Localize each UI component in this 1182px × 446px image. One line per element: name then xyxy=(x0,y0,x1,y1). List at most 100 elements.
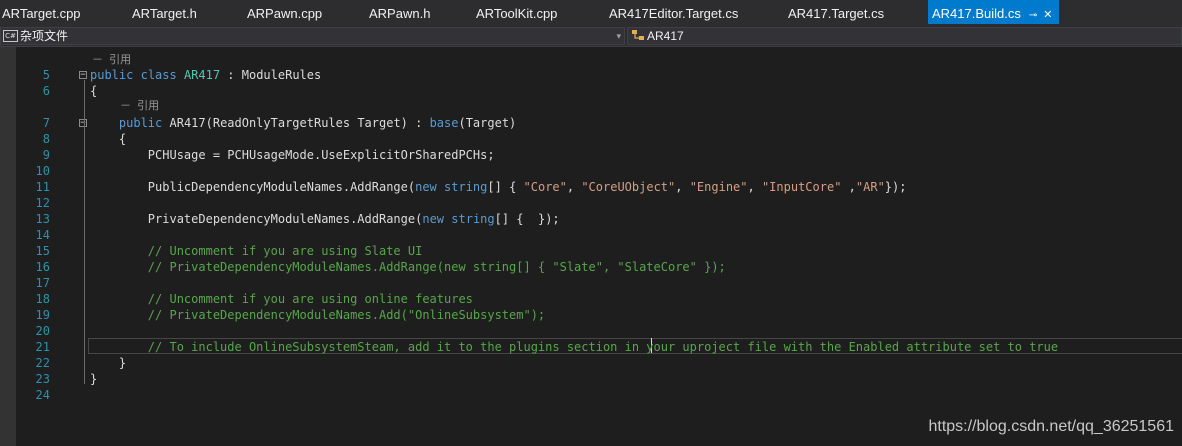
line-number: 8 xyxy=(42,132,50,146)
code-line: } xyxy=(90,371,97,387)
code-line: { xyxy=(90,83,97,99)
tab-artarget-h[interactable]: ARTarget.h xyxy=(132,0,197,26)
code-token: "AR" xyxy=(855,180,885,194)
code-line: // PrivateDependencyModuleNames.AddRange… xyxy=(90,259,726,275)
line-number: 17 xyxy=(35,276,50,290)
line-number: 12 xyxy=(35,196,50,210)
line-number: 23 xyxy=(35,372,50,386)
code-token: , xyxy=(566,180,582,194)
project-label: 杂项文件 xyxy=(20,29,69,43)
line-number: 9 xyxy=(42,148,50,162)
code-token: PCHUsage = PCHUsageMode.UseExplicitOrSha… xyxy=(90,148,495,162)
line-number: 6 xyxy=(42,84,50,98)
collapse-icon[interactable]: − xyxy=(79,119,87,128)
line-number: 22 xyxy=(35,356,50,370)
tab-label: ARToolKit.cpp xyxy=(476,6,558,21)
line-number: 19 xyxy=(35,308,50,322)
code-lens-references[interactable]: － 引用 xyxy=(92,53,131,67)
line-number: 5 xyxy=(42,68,50,82)
code-token: base xyxy=(429,116,459,130)
code-line: public class AR417 : ModuleRules xyxy=(90,67,321,83)
line-number: 24 xyxy=(35,388,50,402)
code-token: "InputCore" xyxy=(761,180,842,194)
code-line: { xyxy=(90,131,126,147)
code-line: PublicDependencyModuleNames.AddRange(new… xyxy=(90,179,907,195)
code-token: PrivateDependencyModuleNames.AddRange( xyxy=(90,212,423,226)
code-token: string xyxy=(451,212,495,226)
code-token: (Target) xyxy=(458,116,517,130)
code-token: public xyxy=(118,116,163,130)
type-dropdown[interactable]: AR417 xyxy=(627,27,1182,45)
code-editor[interactable]: － 引用 － 引用 − − 5 public class AR417 : Modu… xyxy=(0,47,1182,446)
tab-ar417-target-cs[interactable]: AR417.Target.cs xyxy=(788,0,884,26)
line-number: 21 xyxy=(35,340,50,354)
code-token: { xyxy=(90,132,127,146)
tab-label: ARTarget.cpp xyxy=(2,6,81,21)
close-icon[interactable]: ✕ xyxy=(1043,9,1052,21)
line-number: 7 xyxy=(42,116,50,130)
tab-arpawn-h[interactable]: ARPawn.h xyxy=(369,0,430,26)
code-token: , xyxy=(675,180,690,194)
tab-label: AR417.Build.cs xyxy=(932,6,1021,21)
code-line: // To include OnlineSubsystemSteam, add … xyxy=(90,339,1058,355)
code-token: // Uncomment if you are using online fea… xyxy=(147,292,473,306)
code-token: , xyxy=(841,180,856,194)
tab-artarget-cpp[interactable]: ARTarget.cpp xyxy=(2,0,81,26)
outline-guide xyxy=(84,80,85,384)
class-icon xyxy=(631,28,645,47)
class-label: AR417 xyxy=(647,29,684,43)
code-token: public xyxy=(90,68,134,82)
code-token: : ModuleRules xyxy=(220,68,322,82)
line-number: 15 xyxy=(35,244,50,258)
code-token: , xyxy=(747,180,762,194)
code-line: // PrivateDependencyModuleNames.Add("Onl… xyxy=(90,307,545,323)
code-token: AR417 xyxy=(183,68,221,82)
code-token: new xyxy=(415,180,437,194)
code-token: } xyxy=(90,372,98,386)
watermark: https://blog.csdn.net/qq_36251561 xyxy=(928,418,1174,435)
tab-ar417-build-cs[interactable]: AR417.Build.cs ⊸ ✕ xyxy=(928,0,1059,24)
tab-arpawn-cpp[interactable]: ARPawn.cpp xyxy=(247,0,322,26)
code-token: "Engine" xyxy=(689,180,748,194)
line-number: 14 xyxy=(35,228,50,242)
line-number: 18 xyxy=(35,292,50,306)
pin-icon[interactable]: ⊸ xyxy=(1029,10,1037,21)
code-token: AR417(ReadOnlyTargetRules Target) : xyxy=(162,116,430,130)
code-line: PCHUsage = PCHUsageMode.UseExplicitOrSha… xyxy=(90,147,495,163)
code-lens-references[interactable]: － 引用 xyxy=(120,99,159,113)
chevron-down-icon[interactable]: ▾ xyxy=(616,28,621,44)
code-token: { xyxy=(90,84,98,98)
tab-label: ARTarget.h xyxy=(132,6,197,21)
code-token: new xyxy=(422,212,445,226)
csharp-file-icon: C# xyxy=(3,30,18,42)
code-token: [] { xyxy=(487,180,524,194)
line-number: 13 xyxy=(35,212,50,226)
code-token: "CoreUObject" xyxy=(581,180,676,194)
code-token: class xyxy=(140,68,177,82)
code-line: public AR417(ReadOnlyTargetRules Target)… xyxy=(90,115,516,131)
collapse-icon[interactable]: − xyxy=(79,71,87,80)
tab-ar417editor-target-cs[interactable]: AR417Editor.Target.cs xyxy=(609,0,738,26)
tab-artoolkit-cpp[interactable]: ARToolKit.cpp xyxy=(476,0,557,26)
code-token: PublicDependencyModuleNames.AddRange( xyxy=(90,180,416,194)
line-number: 16 xyxy=(35,260,50,274)
line-number: 20 xyxy=(35,324,50,338)
code-line: // Uncomment if you are using online fea… xyxy=(90,291,473,307)
code-line: } xyxy=(90,355,126,371)
project-dropdown[interactable]: C# 杂项文件 ▾ xyxy=(0,27,625,45)
code-token: } xyxy=(90,356,127,370)
line-number: 11 xyxy=(35,180,50,194)
code-token: "Core" xyxy=(523,180,567,194)
code-line: // Uncomment if you are using Slate UI xyxy=(90,243,423,259)
tab-label: AR417.Target.cs xyxy=(788,6,885,21)
navigation-bar: C# 杂项文件 ▾ AR417 xyxy=(0,26,1182,47)
code-token: // To include OnlineSubsystemSteam, add … xyxy=(147,340,1059,354)
